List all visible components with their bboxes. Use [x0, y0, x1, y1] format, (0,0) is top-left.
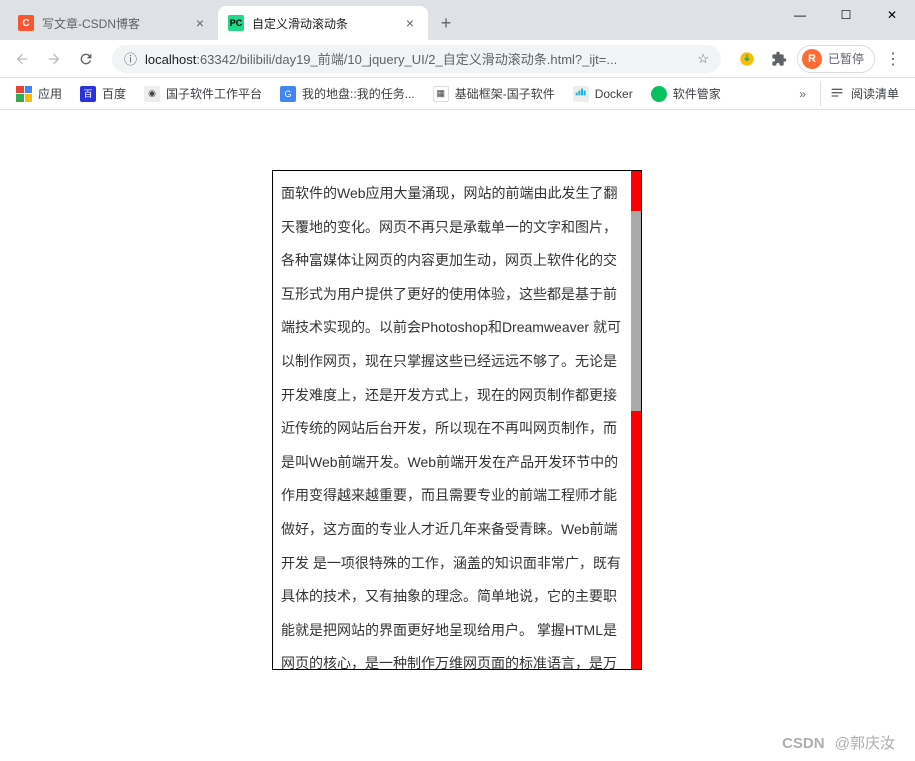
tab-active[interactable]: PC 自定义滑动滚动条 ×: [218, 6, 428, 40]
url-text: localhost:63342/bilibili/day19_前端/10_jqu…: [145, 49, 689, 68]
apps-label: 应用: [38, 85, 62, 102]
browser-toolbar: ⓘ localhost:63342/bilibili/day19_前端/10_j…: [0, 40, 915, 78]
info-icon: ⓘ: [124, 49, 137, 68]
watermark-author: @郭庆汝: [835, 735, 895, 752]
avatar: R: [802, 49, 822, 69]
bookmarks-bar: 应用 百 百度 ◉ 国子软件工作平台 G 我的地盘::我的任务... ▦ 基础框…: [0, 78, 915, 110]
bookmark-item[interactable]: 软件管家: [643, 81, 729, 106]
page-content: 面软件的Web应用大量涌现，网站的前端由此发生了翻天覆地的变化。网页不再只是承载…: [0, 110, 915, 761]
favicon-icon: G: [280, 86, 296, 102]
custom-scrollbar-thumb[interactable]: [631, 211, 641, 411]
window-titlebar: C 写文章-CSDN博客 × PC 自定义滑动滚动条 × + — ☐ ✕: [0, 0, 915, 40]
bookmark-label: 国子软件工作平台: [166, 85, 262, 102]
tab-csdn[interactable]: C 写文章-CSDN博客 ×: [8, 6, 218, 40]
bookmark-item[interactable]: ◉ 国子软件工作平台: [136, 81, 270, 106]
close-window-button[interactable]: ✕: [869, 0, 915, 30]
bookmark-item[interactable]: G 我的地盘::我的任务...: [272, 81, 423, 106]
main-menu-button[interactable]: ⋮: [879, 45, 907, 73]
favicon-icon: 百: [80, 86, 96, 102]
watermark: CSDN @郭庆汝: [782, 732, 895, 753]
csdn-favicon-icon: C: [18, 15, 34, 31]
bookmark-label: 软件管家: [673, 85, 721, 102]
minimize-button[interactable]: —: [777, 0, 823, 30]
favicon-icon: ◉: [144, 86, 160, 102]
close-icon[interactable]: ×: [192, 15, 208, 31]
apps-button[interactable]: 应用: [8, 81, 70, 106]
profile-button[interactable]: R 已暂停: [797, 45, 875, 73]
puzzle-icon: [771, 51, 787, 67]
tab-title: 写文章-CSDN博客: [42, 15, 186, 32]
profile-status: 已暂停: [828, 50, 864, 67]
bookmark-item[interactable]: ▦ 基础框架-国子软件: [425, 81, 563, 106]
custom-scroll-container: 面软件的Web应用大量涌现，网站的前端由此发生了翻天覆地的变化。网页不再只是承载…: [272, 170, 642, 670]
watermark-logo: CSDN: [782, 735, 825, 752]
tab-title: 自定义滑动滚动条: [252, 15, 396, 32]
reload-icon: [78, 51, 94, 67]
bookmark-label: Docker: [595, 87, 633, 101]
custom-scrollbar-track[interactable]: [631, 171, 641, 669]
apps-grid-icon: [16, 86, 32, 102]
bookmark-item[interactable]: 百 百度: [72, 81, 134, 106]
tabs-area: C 写文章-CSDN博客 × PC 自定义滑动滚动条 × +: [0, 0, 777, 40]
favicon-icon: [651, 86, 667, 102]
scroll-text-content: 面软件的Web应用大量涌现，网站的前端由此发生了翻天覆地的变化。网页不再只是承载…: [273, 171, 631, 669]
reading-list-icon: [829, 86, 845, 102]
maximize-button[interactable]: ☐: [823, 0, 869, 30]
bookmark-item[interactable]: Docker: [565, 82, 641, 106]
extensions-button[interactable]: [765, 45, 793, 73]
bookmark-label: 我的地盘::我的任务...: [302, 85, 415, 102]
back-icon: [14, 51, 30, 67]
reading-list-label: 阅读清单: [851, 85, 899, 102]
bookmark-label: 基础框架-国子软件: [455, 85, 555, 102]
favicon-icon: ▦: [433, 86, 449, 102]
bookmark-star-icon[interactable]: ☆: [697, 51, 709, 67]
favicon-icon: [573, 86, 589, 102]
window-controls: — ☐ ✕: [777, 0, 915, 40]
reading-list-button[interactable]: 阅读清单: [820, 81, 907, 106]
close-icon[interactable]: ×: [402, 15, 418, 31]
extension-idm-icon[interactable]: [733, 45, 761, 73]
forward-button[interactable]: [40, 45, 68, 73]
back-button[interactable]: [8, 45, 36, 73]
pycharm-favicon-icon: PC: [228, 15, 244, 31]
bookmark-label: 百度: [102, 85, 126, 102]
address-bar[interactable]: ⓘ localhost:63342/bilibili/day19_前端/10_j…: [112, 45, 721, 73]
forward-icon: [46, 51, 62, 67]
bookmark-overflow-button[interactable]: »: [791, 83, 814, 105]
reload-button[interactable]: [72, 45, 100, 73]
new-tab-button[interactable]: +: [432, 9, 460, 37]
